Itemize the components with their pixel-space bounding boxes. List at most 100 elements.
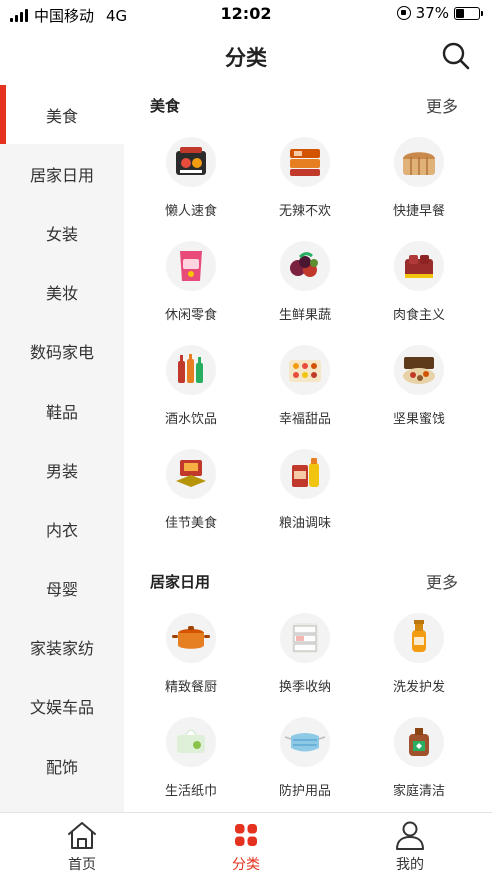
sidebar-item[interactable]: 居家日用	[0, 144, 124, 203]
bread-icon	[394, 137, 444, 187]
section-more-link[interactable]: 更多	[426, 93, 458, 117]
sidebar-item-label: 内衣	[45, 520, 78, 540]
tab-category[interactable]: 分类	[164, 813, 328, 878]
festival-food-icon	[166, 449, 216, 499]
sidebar-item[interactable]: 女装	[0, 203, 124, 262]
sidebar-item-label: 配饰	[45, 757, 78, 777]
subcategory-item[interactable]: 生活纸巾	[134, 703, 248, 807]
section-header: 美食 更多	[124, 85, 492, 123]
sidebar-item[interactable]: 数码家电	[0, 322, 124, 381]
sidebar-item-label: 女装	[45, 224, 78, 244]
subcategory-label: 洗发护发	[392, 680, 445, 695]
nuts-gift-box-icon	[394, 345, 444, 395]
section-title: 美食	[150, 97, 181, 115]
subcategory-item[interactable]: 肉食主义	[362, 227, 476, 331]
subcategory-item[interactable]: 换季收纳	[248, 599, 362, 703]
subcategory-label: 休闲零食	[164, 308, 217, 323]
storage-drawer-icon	[280, 613, 330, 663]
subcategory-label: 精致餐厨	[164, 680, 217, 695]
subcategory-item[interactable]: 防护用品	[248, 703, 362, 807]
user-icon	[396, 821, 424, 850]
category-sidebar: 美食居家日用女装美妆数码家电鞋品男装内衣母婴家装家纺文娱车品配饰	[0, 85, 124, 812]
status-bar: 中国移动 4G 12:02 37%	[0, 0, 492, 28]
subcategory-item[interactable]: 洗发护发	[362, 599, 476, 703]
home-icon	[68, 822, 96, 849]
battery-percent: 37%	[415, 4, 449, 22]
meat-icon	[394, 241, 444, 291]
subcategory-label: 生活纸巾	[164, 784, 217, 799]
subcategory-item[interactable]: 精致餐厨	[134, 599, 248, 703]
sidebar-item-label: 鞋品	[45, 402, 78, 422]
sidebar-item-label: 文娱车品	[29, 698, 94, 718]
fruit-icon	[280, 241, 330, 291]
sidebar-item[interactable]: 鞋品	[0, 381, 124, 440]
sidebar-item[interactable]: 家装家纺	[0, 618, 124, 677]
sidebar-item-label: 家装家纺	[29, 639, 94, 659]
sidebar-item[interactable]: 母婴	[0, 559, 124, 618]
tab-mine[interactable]: 我的	[328, 813, 492, 878]
sidebar-item[interactable]: 配饰	[0, 736, 124, 795]
section-more-link[interactable]: 更多	[426, 569, 458, 593]
status-right: 37%	[396, 4, 483, 22]
header: 分类	[0, 30, 492, 82]
subcategory-item[interactable]: 坚果蜜饯	[362, 331, 476, 435]
subcategory-item[interactable]: 幸福甜品	[248, 331, 362, 435]
section-title: 居家日用	[150, 573, 211, 591]
sidebar-item[interactable]: 文娱车品	[0, 677, 124, 736]
section-header: 居家日用 更多	[124, 561, 492, 599]
subcategory-grid: 懒人速食 无辣不欢 快捷早餐休闲零食 生鲜果蔬 肉食主义酒水饮品 幸福甜品 坚果蜜饯佳节美食…	[124, 123, 492, 539]
tab-home-label: 首页	[68, 857, 96, 873]
search-icon	[442, 42, 470, 70]
subcategory-label: 懒人速食	[164, 204, 217, 219]
tab-bar: 首页 分类 我的	[0, 812, 492, 878]
rotation-lock-icon	[396, 6, 411, 20]
category-grid-icon	[235, 824, 257, 846]
battery-icon	[454, 6, 483, 20]
subcategory-item[interactable]: 懒人速食	[134, 123, 248, 227]
subcategory-label: 无辣不欢	[278, 204, 331, 219]
subcategory-item[interactable]: 无辣不欢	[248, 123, 362, 227]
subcategory-label: 幸福甜品	[278, 412, 331, 427]
subcategory-item[interactable]: 粮油调味	[248, 435, 362, 539]
snack-bag-icon	[166, 241, 216, 291]
rice-oil-icon	[280, 449, 330, 499]
subcategory-label: 坚果蜜饯	[392, 412, 445, 427]
sidebar-item-label: 美食	[45, 106, 78, 126]
search-button[interactable]	[440, 40, 472, 72]
subcategory-item[interactable]: 家庭清洁	[362, 703, 476, 807]
sidebar-item[interactable]: 男装	[0, 440, 124, 499]
sidebar-item[interactable]: 美食	[0, 85, 124, 145]
spicy-snack-icon	[280, 137, 330, 187]
subcategory-label: 换季收纳	[278, 680, 331, 695]
subcategory-label: 佳节美食	[164, 516, 217, 531]
dessert-box-icon	[280, 345, 330, 395]
sidebar-item[interactable]: 内衣	[0, 499, 124, 558]
subcategory-item[interactable]: 快捷早餐	[362, 123, 476, 227]
subcategory-item[interactable]: 生鲜果蔬	[248, 227, 362, 331]
page-title: 分类	[225, 46, 267, 70]
subcategory-item[interactable]: 休闲零食	[134, 227, 248, 331]
shampoo-bottle-icon	[394, 613, 444, 663]
sidebar-item-label: 美妆	[45, 284, 78, 304]
subcategory-grid: 精致餐厨 换季收纳 洗发护发生活纸巾 防护用品 家庭清洁	[124, 599, 492, 807]
instant-noodles-icon	[166, 137, 216, 187]
subcategory-item[interactable]: 酒水饮品	[134, 331, 248, 435]
tissue-icon	[166, 717, 216, 767]
sidebar-item-label: 居家日用	[29, 165, 94, 185]
sidebar-item-label: 数码家电	[29, 343, 94, 363]
subcategory-label: 粮油调味	[278, 516, 331, 531]
face-mask-icon	[280, 717, 330, 767]
subcategory-label: 肉食主义	[392, 308, 445, 323]
tab-home[interactable]: 首页	[0, 813, 164, 878]
tab-category-label: 分类	[232, 857, 260, 873]
subcategory-label: 家庭清洁	[392, 784, 445, 799]
subcategory-item[interactable]: 佳节美食	[134, 435, 248, 539]
sidebar-item[interactable]: 美妆	[0, 263, 124, 322]
category-content: 美食 更多 懒人速食 无辣不欢 快捷早餐 休闲零食 生鲜果蔬 肉食主义 酒水饮品 幸福甜品 坚果蜜饯…	[124, 85, 492, 812]
subcategory-label: 防护用品	[278, 784, 331, 799]
cooking-pot-icon	[166, 613, 216, 663]
disinfectant-bottle-icon	[394, 717, 444, 767]
subcategory-label: 快捷早餐	[392, 204, 445, 219]
sidebar-item-label: 母婴	[45, 580, 78, 600]
